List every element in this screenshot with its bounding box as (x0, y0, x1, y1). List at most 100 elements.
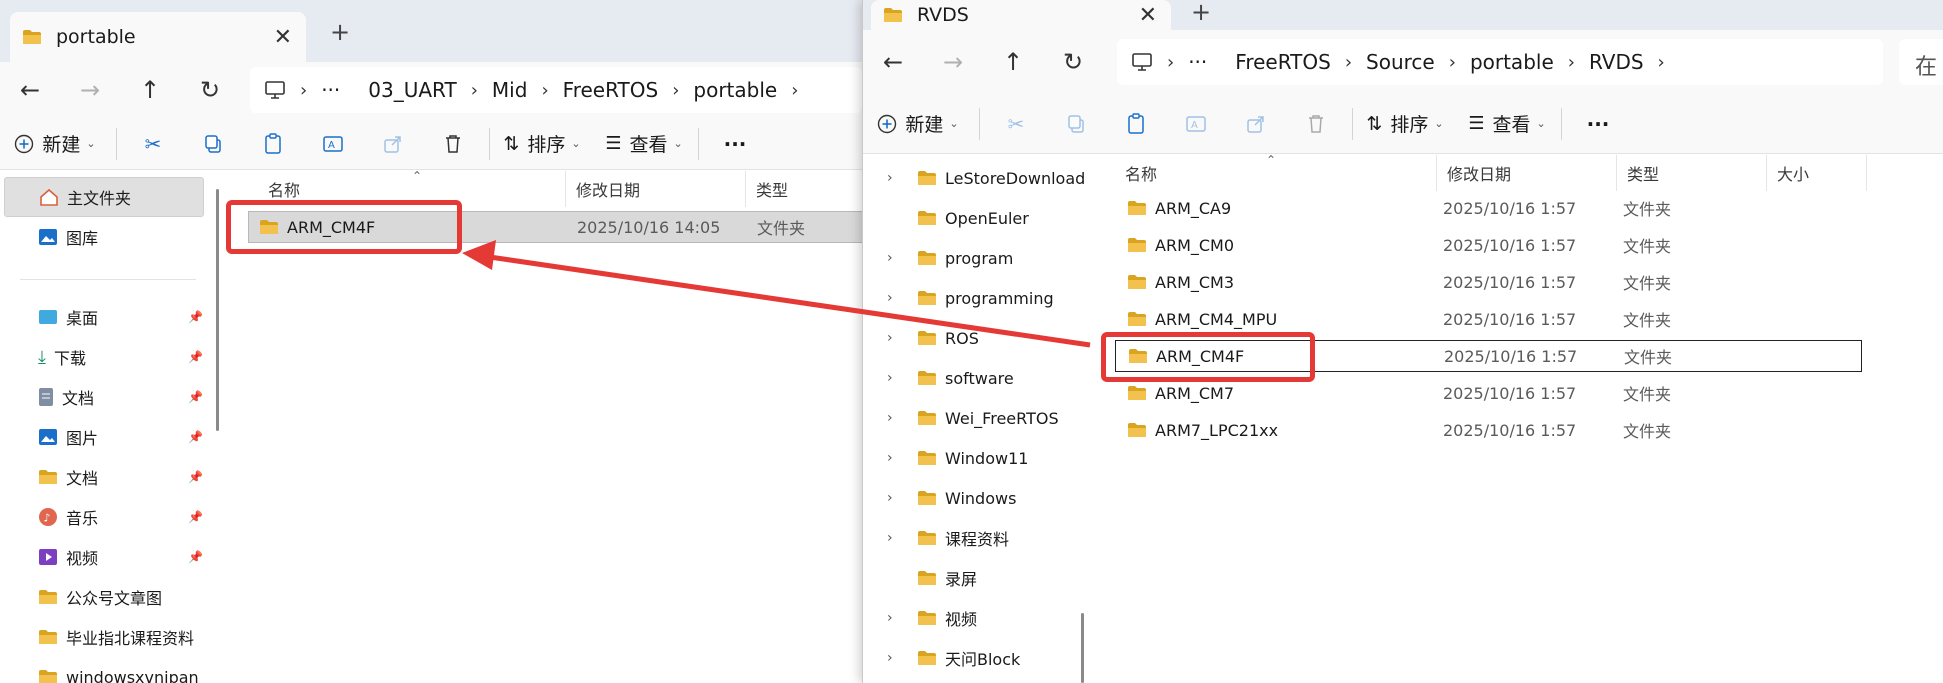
breadcrumb-freertos[interactable]: FreeRTOS (1235, 50, 1331, 74)
close-tab-icon[interactable]: ✕ (274, 25, 292, 50)
breadcrumb-overflow[interactable]: ··· (1188, 50, 1207, 74)
column-header-date[interactable]: 修改日期 (566, 171, 746, 207)
chevron-right-icon[interactable]: › (887, 370, 893, 386)
breadcrumb-mid[interactable]: Mid (492, 78, 528, 102)
nav-item-folder[interactable]: › program (863, 238, 1091, 278)
nav-item-documents-folder[interactable]: 文档 📌 (38, 457, 218, 497)
nav-item-folder[interactable]: › Wei_FreeRTOS (863, 398, 1091, 438)
file-row[interactable]: ARM7_LPC21xx 2025/10/16 1:57 文件夹 (1115, 414, 1855, 446)
rename-button[interactable]: A (1166, 104, 1226, 144)
view-button[interactable]: ☰ 查看 ⌄ (1459, 104, 1555, 144)
chevron-right-icon[interactable]: › (1568, 52, 1575, 73)
breadcrumb-freertos[interactable]: FreeRTOS (563, 78, 659, 102)
breadcrumb-source[interactable]: Source (1366, 50, 1435, 74)
column-header-size[interactable]: 大小 (1767, 155, 1867, 191)
close-tab-icon[interactable]: ✕ (1139, 3, 1157, 28)
nav-item-desktop[interactable]: 桌面 📌 (38, 297, 218, 337)
chevron-right-icon[interactable]: › (1345, 52, 1352, 73)
pin-icon[interactable]: 📌 (188, 510, 203, 524)
back-button[interactable]: ← (863, 48, 923, 76)
search-input[interactable]: 在 (1899, 39, 1943, 85)
column-header-name[interactable]: 名称 (1115, 155, 1437, 191)
refresh-button[interactable]: ↻ (180, 76, 240, 104)
breadcrumb-portable[interactable]: portable (693, 78, 777, 102)
chevron-right-icon[interactable]: › (300, 80, 307, 101)
nav-item-folder[interactable]: 毕业指北课程资料 (38, 617, 194, 657)
chevron-right-icon[interactable]: › (541, 80, 548, 101)
nav-item-gallery[interactable]: 图库 (38, 217, 98, 257)
nav-item-folder[interactable]: windowsxvnipan (38, 657, 199, 683)
delete-button[interactable] (1286, 104, 1346, 144)
chevron-right-icon[interactable]: › (887, 330, 893, 346)
nav-item-home[interactable]: 主文件夹 (4, 177, 204, 217)
more-options-button[interactable]: ··· (705, 124, 765, 164)
nav-item-folder[interactable]: 公众号文章图 (38, 577, 162, 617)
copy-button[interactable] (183, 124, 243, 164)
chevron-right-icon[interactable]: › (1167, 52, 1174, 73)
nav-item-folder[interactable]: › 天问Block (863, 638, 1091, 678)
address-bar[interactable]: › ··· 03_UART › Mid › FreeRTOS › portabl… (250, 67, 862, 113)
tab-rvds[interactable]: RVDS ✕ (871, 0, 1171, 30)
paste-button[interactable] (243, 124, 303, 164)
cut-button[interactable]: ✂ (123, 124, 183, 164)
chevron-right-icon[interactable]: › (887, 290, 893, 306)
scrollbar-thumb[interactable] (216, 189, 219, 431)
breadcrumb-portable[interactable]: portable (1470, 50, 1554, 74)
more-options-button[interactable]: ··· (1568, 104, 1628, 144)
refresh-button[interactable]: ↻ (1043, 48, 1103, 76)
copy-button[interactable] (1046, 104, 1106, 144)
new-tab-button[interactable]: + (330, 18, 350, 46)
nav-item-videos[interactable]: 视频 📌 (38, 537, 218, 577)
new-button[interactable]: 新建 ⌄ (0, 124, 110, 164)
nav-item-pictures[interactable]: 图片 📌 (38, 417, 218, 457)
chevron-right-icon[interactable]: › (887, 490, 893, 506)
chevron-right-icon[interactable]: › (887, 450, 893, 466)
nav-item-folder[interactable]: 录屏 (863, 558, 1091, 598)
chevron-right-icon[interactable]: › (887, 650, 893, 666)
share-button[interactable] (363, 124, 423, 164)
share-button[interactable] (1226, 104, 1286, 144)
pin-icon[interactable]: 📌 (188, 470, 203, 484)
chevron-right-icon[interactable]: › (887, 170, 893, 186)
sort-button[interactable]: ⇅ 排序 ⌄ (1359, 104, 1451, 144)
chevron-right-icon[interactable]: › (791, 80, 798, 101)
pin-icon[interactable]: 📌 (188, 550, 203, 564)
nav-item-folder[interactable]: › LeStoreDownload (863, 158, 1091, 198)
file-row[interactable]: ARM_CM4_MPU 2025/10/16 1:57 文件夹 (1115, 303, 1855, 335)
new-button[interactable]: 新建 ⌄ (863, 104, 973, 144)
up-button[interactable]: ↑ (120, 76, 180, 104)
file-row[interactable]: ARM_CA9 2025/10/16 1:57 文件夹 (1115, 192, 1855, 224)
pin-icon[interactable]: 📌 (188, 430, 203, 444)
pin-icon[interactable]: 📌 (188, 350, 203, 364)
chevron-right-icon[interactable]: › (1658, 52, 1665, 73)
up-button[interactable]: ↑ (983, 48, 1043, 76)
chevron-right-icon[interactable]: › (887, 250, 893, 266)
sort-button[interactable]: ⇅ 排序 ⌄ (496, 124, 588, 164)
forward-button[interactable]: → (923, 48, 983, 76)
address-bar[interactable]: › ··· FreeRTOS › Source › portable › RVD… (1117, 39, 1883, 85)
file-row[interactable]: ARM_CM0 2025/10/16 1:57 文件夹 (1115, 229, 1855, 261)
nav-item-downloads[interactable]: ⤓ 下载 📌 (38, 337, 218, 377)
rename-button[interactable]: A (303, 124, 363, 164)
paste-button[interactable] (1106, 104, 1166, 144)
column-header-date[interactable]: 修改日期 (1437, 155, 1617, 191)
breadcrumb-03-uart[interactable]: 03_UART (368, 78, 456, 102)
chevron-right-icon[interactable]: › (887, 530, 893, 546)
breadcrumb-rvds[interactable]: RVDS (1589, 50, 1644, 74)
nav-item-documents[interactable]: 文档 📌 (38, 377, 218, 417)
column-header-type[interactable]: 类型 (746, 171, 862, 207)
back-button[interactable]: ← (0, 76, 60, 104)
nav-item-folder[interactable]: › Windows (863, 478, 1091, 518)
forward-button[interactable]: → (60, 76, 120, 104)
pin-icon[interactable]: 📌 (188, 390, 203, 404)
view-button[interactable]: ☰ 查看 ⌄ (596, 124, 692, 164)
nav-item-folder[interactable]: › 视频 (863, 598, 1091, 638)
nav-item-folder[interactable]: › Window11 (863, 438, 1091, 478)
nav-item-folder[interactable]: OpenEuler (863, 198, 1091, 238)
chevron-right-icon[interactable]: › (887, 610, 893, 626)
chevron-right-icon[interactable]: › (1449, 52, 1456, 73)
computer-icon[interactable] (264, 80, 286, 100)
nav-item-folder[interactable]: › 课程资料 (863, 518, 1091, 558)
pin-icon[interactable]: 📌 (188, 310, 203, 324)
scrollbar-thumb[interactable] (1081, 613, 1084, 683)
